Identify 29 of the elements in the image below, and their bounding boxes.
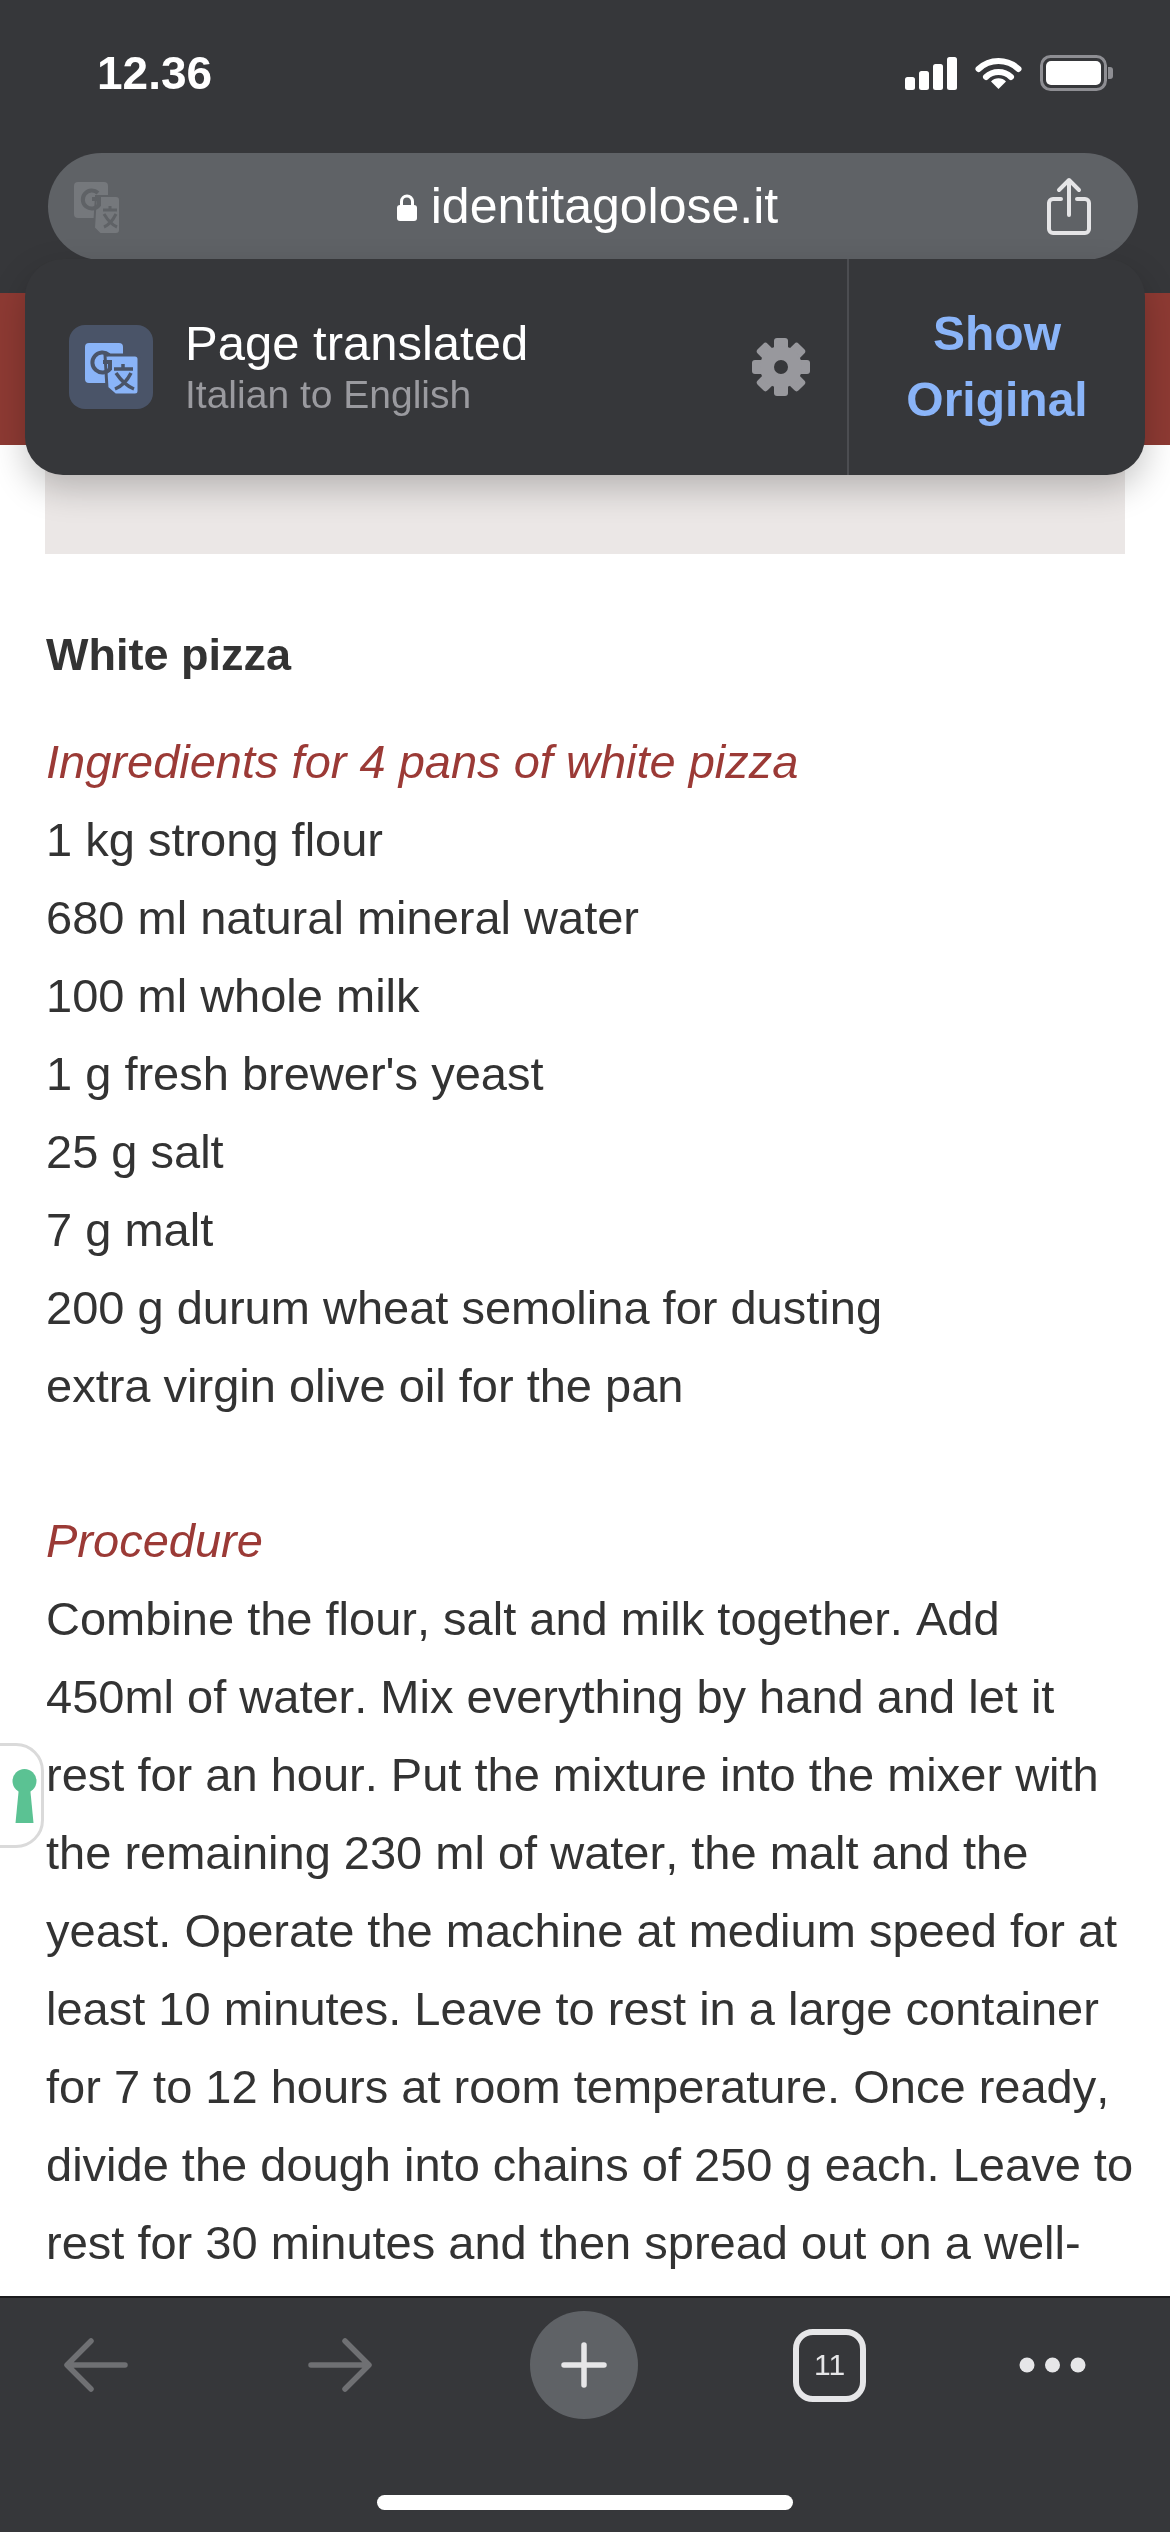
banner-subtitle: Italian to English bbox=[185, 372, 472, 418]
url-text: identitagolose.it bbox=[430, 177, 779, 236]
plus-icon bbox=[560, 2341, 608, 2389]
ingredient-line: 7 g malt bbox=[46, 1202, 215, 1258]
show-original-button[interactable]: Show Original bbox=[873, 299, 1121, 435]
more-icon[interactable] bbox=[1019, 2357, 1086, 2373]
signal-icon bbox=[905, 56, 957, 90]
paragraph-text: Combine the flour, salt and milk together. Add 450ml of water. Mix everything by hand and let it rest for an hour. Put the mixture into the mixer with the remaining 230 ml of water, the malt and the yeast. Operate the machine at medium speed for at least 10 minutes. Leave to rest in a large container for 7 to 12 hours at room temperature. Once ready, divide the dough into chains of 250 g each. Leave to rest for 30 minutes and then spread out on a well- bbox=[46, 1591, 1135, 2271]
ingredient-line: 680 ml natural mineral water bbox=[46, 890, 640, 946]
ingredient-line: 200 g durum wheat semolina for dusting bbox=[46, 1280, 884, 1336]
translate-icon bbox=[69, 325, 153, 409]
lock-icon bbox=[396, 192, 417, 221]
address-bar[interactable]: identitagolose.it bbox=[48, 153, 1138, 260]
settings-icon[interactable] bbox=[752, 338, 810, 396]
ingredient-line: 25 g salt bbox=[46, 1124, 225, 1180]
share-icon[interactable] bbox=[1045, 176, 1093, 237]
section-heading: Procedure bbox=[46, 1513, 264, 1569]
ingredient-line: 1 kg strong flour bbox=[46, 812, 384, 868]
wifi-icon bbox=[975, 56, 1022, 90]
banner-title: Page translated bbox=[185, 315, 529, 371]
ingredient-line: 1 g fresh brewer's yeast bbox=[46, 1046, 545, 1102]
tab-count-button[interactable]: 11 bbox=[793, 2328, 866, 2402]
status-time: 12.36 bbox=[97, 47, 213, 99]
section-heading: Ingredients for 4 pans of white pizza bbox=[46, 734, 800, 790]
battery-icon bbox=[1040, 55, 1113, 91]
ingredient-line: extra virgin olive oil for the pan bbox=[46, 1358, 685, 1414]
article-heading: White pizza bbox=[46, 628, 293, 682]
ingredient-line: 100 ml whole milk bbox=[46, 968, 421, 1024]
keyhole-icon bbox=[12, 1768, 37, 1823]
